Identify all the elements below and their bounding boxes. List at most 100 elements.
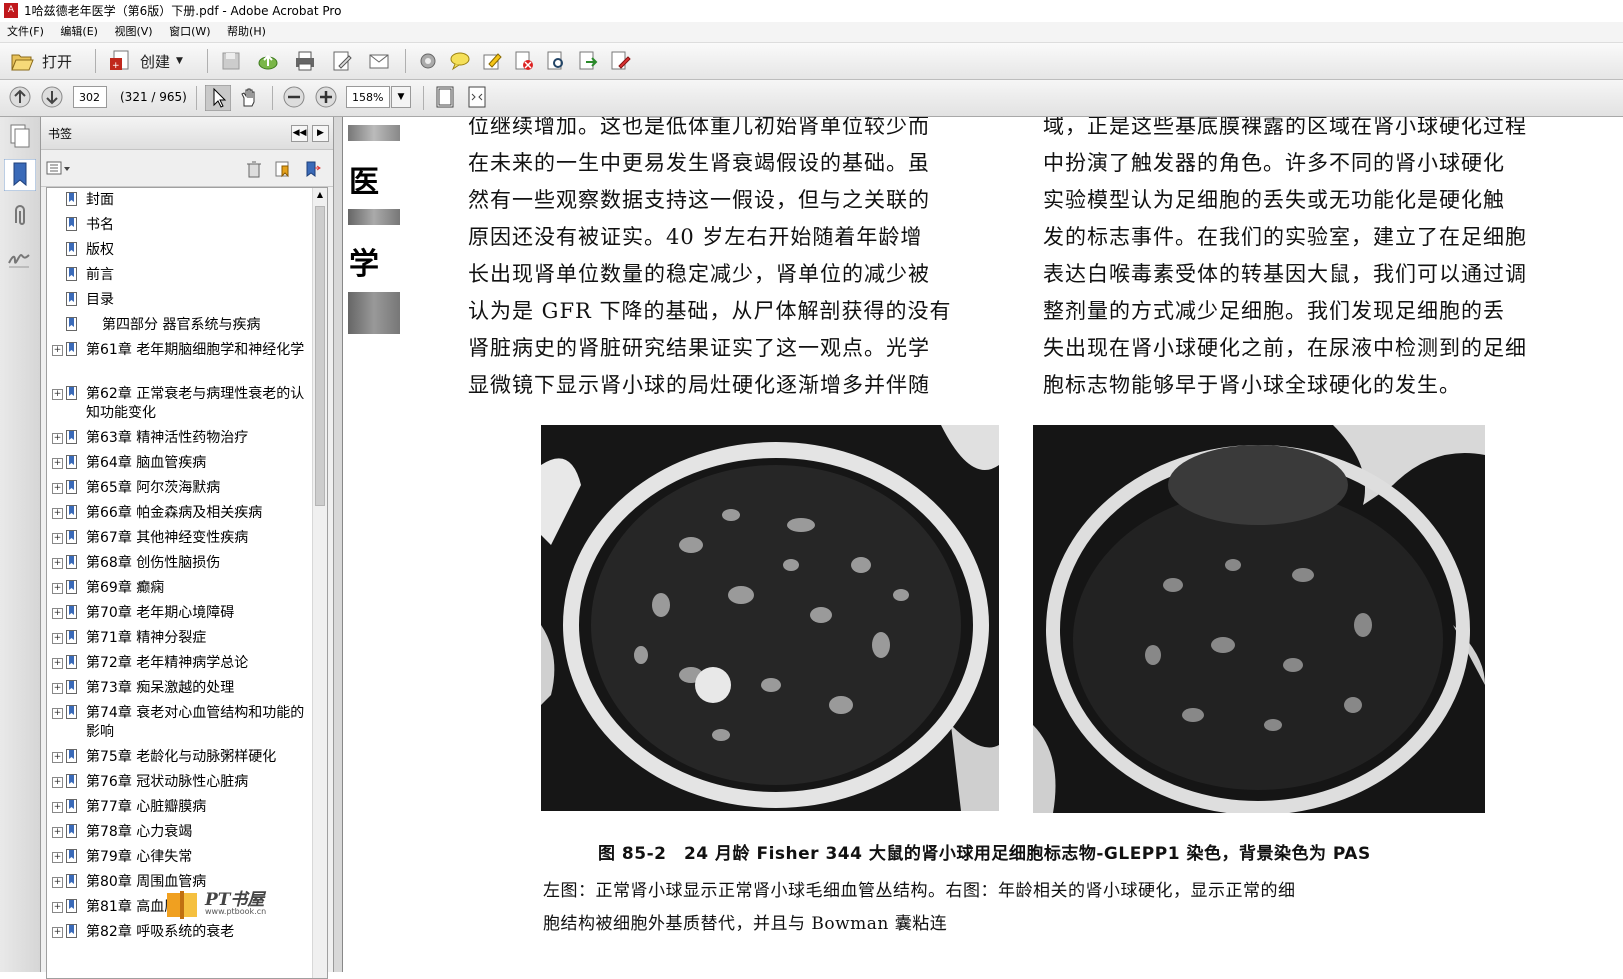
ptbook-watermark: PT书屋 www.ptbook.cn [165,885,275,923]
bookmark-icon [66,386,77,400]
find-page-icon[interactable] [545,50,567,72]
fit-width-icon[interactable] [466,86,488,108]
menu-help[interactable]: 帮助(H) [227,22,266,42]
gear-icon[interactable] [417,50,439,72]
export-page-icon[interactable] [577,50,599,72]
options-arrow-icon[interactable]: ▶ [312,125,329,142]
expand-toggle-icon[interactable]: + [52,708,63,719]
zoom-level-input[interactable]: 158% [346,86,390,108]
expand-toggle-icon[interactable]: + [52,877,63,888]
expand-bookmark-icon[interactable] [303,160,321,178]
zoom-out-icon[interactable] [283,86,305,108]
menu-window[interactable]: 窗口(W) [169,22,210,42]
delete-page-icon[interactable] [513,50,535,72]
expand-toggle-icon[interactable]: + [52,533,63,544]
zoom-dropdown-arrow[interactable]: ▼ [391,86,411,108]
bookmark-label: 第73章 痴呆激越的处理 [86,680,235,696]
bookmark-icon [66,705,77,719]
open-button[interactable]: 打开 [10,48,72,74]
side-char-2: 学 [349,247,379,282]
glomerulus-image [541,425,999,811]
chevron-down-icon: ▼ [397,92,405,102]
collapse-pane-icon[interactable]: ◀◀ [291,125,308,142]
menu-view[interactable]: 视图(V) [114,22,152,42]
bookmark-label: 第74章 衰老对心血管结构和功能的影响 [86,705,305,740]
navigation-toolbar: 302 (321 / 965) 158% ▼ [0,80,1623,117]
bookmark-label: 第67章 其他神经变性疾病 [86,530,249,546]
page-number-input[interactable]: 302 [73,86,107,108]
navigation-pane-rail [0,117,41,972]
expand-toggle-icon[interactable]: + [52,433,63,444]
left-text-column: 位继续增加。这也是低体重儿初始肾单位较少而 在未来的一生中更易发生肾衰竭假设的基础… [468,117,998,404]
bookmark-icon [66,774,77,788]
signatures-icon[interactable] [6,245,32,271]
highlight-icon[interactable] [481,50,503,72]
next-page-icon[interactable] [41,86,63,108]
create-button[interactable]: + 创建 ▼ [108,48,183,74]
expand-toggle-icon[interactable]: + [52,608,63,619]
expand-toggle-icon[interactable]: + [52,458,63,469]
email-icon[interactable] [368,50,390,72]
trash-icon[interactable] [246,160,262,178]
expand-toggle-icon[interactable]: + [52,633,63,644]
text-line: 域，正是这些基底膜裸露的区域在肾小球硬化过程 [1043,117,1527,138]
bookmark-label: 第四部分 器官系统与疾病 [102,317,261,333]
expand-toggle-icon[interactable]: + [52,345,63,356]
expand-toggle-icon[interactable]: + [52,827,63,838]
bookmarks-title: 书签 [48,127,73,141]
page-thumbnails-icon[interactable] [7,123,33,149]
save-icon[interactable] [220,50,242,72]
glomerulus-image [1033,425,1485,813]
expand-toggle-icon[interactable]: + [52,752,63,763]
previous-page-icon[interactable] [9,86,31,108]
bookmark-label: 第62章 正常衰老与病理性衰老的认知功能变化 [86,386,305,421]
pane-splitter[interactable] [334,117,343,972]
bookmark-icon [66,505,77,519]
expand-toggle-icon[interactable]: + [52,683,63,694]
attachments-icon[interactable] [8,203,32,229]
expand-toggle-icon[interactable]: + [52,658,63,669]
expand-toggle-icon[interactable]: + [52,777,63,788]
expand-toggle-icon[interactable]: + [52,389,63,400]
new-bookmark-icon[interactable] [274,160,292,178]
title-bar: A 1哈兹德老年医学（第6版）下册.pdf - Adobe Acrobat Pr… [0,0,1623,22]
side-decor-bar [348,292,400,334]
menu-edit[interactable]: 编辑(E) [60,22,98,42]
expand-toggle-icon[interactable]: + [52,852,63,863]
comment-icon[interactable] [449,50,471,72]
page-count: (321 / 965) [120,90,187,104]
select-tool-icon[interactable] [205,85,231,111]
text-line: 在未来的一生中更易发生肾衰竭假设的基础。虽 [468,151,930,175]
expand-toggle-icon[interactable]: + [52,583,63,594]
edit-document-icon[interactable] [331,50,353,72]
expand-toggle-icon[interactable]: + [52,483,63,494]
fit-page-icon[interactable] [434,86,456,108]
micrograph-sclerotic-glomerulus [1033,425,1485,813]
bookmarks-panel: 书签 ◀◀ ▶ ▲ 封面 书名 版权 前言 目录 第四部分 器官系统与疾病 + 第61章 老年… [41,117,334,979]
expand-toggle-icon[interactable]: + [52,927,63,938]
bookmark-icon [66,530,77,544]
expand-toggle-icon[interactable]: + [52,508,63,519]
bookmark-icon [66,430,77,444]
watermark-url: www.ptbook.cn [205,907,267,916]
text-line: 胞标志物能够早于肾小球全球硬化的发生。 [1043,373,1461,397]
menu-file[interactable]: 文件(F) [7,22,44,42]
bookmark-options-icon[interactable] [46,160,72,176]
sign-document-icon[interactable] [609,50,631,72]
print-icon[interactable] [294,50,316,72]
bookmarks-icon[interactable] [4,159,36,191]
cloud-upload-icon[interactable] [257,50,279,72]
bookmark-icon [66,655,77,669]
expand-toggle-icon[interactable]: + [52,558,63,569]
expand-toggle-icon[interactable]: + [52,802,63,813]
folder-open-icon [11,54,34,71]
expand-toggle-icon[interactable]: + [52,902,63,913]
zoom-in-icon[interactable] [315,86,337,108]
figure-description-line: 胞结构被细胞外基质替代，并且与 Bowman 囊粘连 [543,914,948,934]
text-line: 表达白喉毒素受体的转基因大鼠，我们可以通过调 [1043,262,1527,286]
menu-bar: 文件(F) 编辑(E) 视图(V) 窗口(W) 帮助(H) [0,22,1623,43]
hand-tool-icon[interactable] [238,86,260,108]
document-view[interactable]: 医 学 位继续增加。这也是低体重儿初始肾单位较少而 在未来的一生中更易发生肾衰竭假… [343,117,1623,972]
chevron-down-icon: ▼ [176,56,183,66]
acrobat-pdf-icon: A [4,3,18,18]
